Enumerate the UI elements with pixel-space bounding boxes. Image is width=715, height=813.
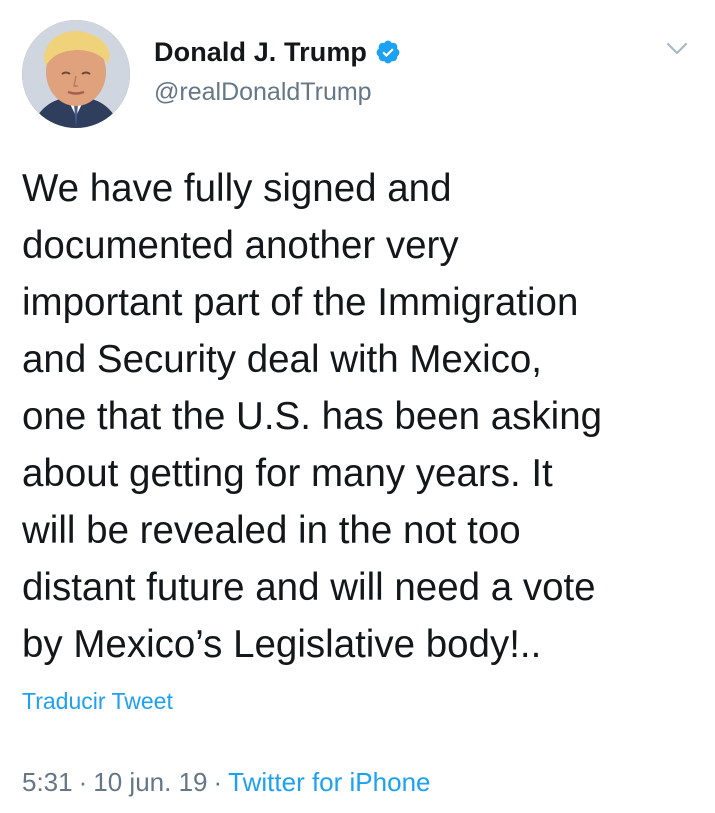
- display-name[interactable]: Donald J. Trump: [154, 37, 367, 68]
- tweet-card: Donald J. Trump @realDonaldTrump We have…: [0, 0, 715, 813]
- tweet-source-link[interactable]: Twitter for iPhone: [228, 767, 430, 797]
- user-info: Donald J. Trump @realDonaldTrump: [154, 34, 401, 107]
- separator: ·: [78, 767, 88, 797]
- chevron-down-icon[interactable]: [666, 42, 688, 56]
- verified-badge-icon: [376, 40, 400, 64]
- avatar-image: [22, 20, 130, 128]
- translate-tweet-link[interactable]: Traducir Tweet: [22, 688, 173, 715]
- user-handle[interactable]: @realDonaldTrump: [154, 78, 401, 107]
- tweet-date: 10 jun. 19: [93, 767, 208, 797]
- tweet-metadata: 5:31 · 10 jun. 19 · Twitter for iPhone: [22, 767, 430, 798]
- name-row: Donald J. Trump: [154, 34, 401, 70]
- avatar[interactable]: [22, 20, 130, 128]
- tweet-text: We have fully signed and documented anot…: [22, 167, 603, 666]
- tweet-header: Donald J. Trump @realDonaldTrump: [22, 20, 692, 130]
- separator: ·: [213, 767, 223, 797]
- tweet-time: 5:31: [22, 767, 73, 797]
